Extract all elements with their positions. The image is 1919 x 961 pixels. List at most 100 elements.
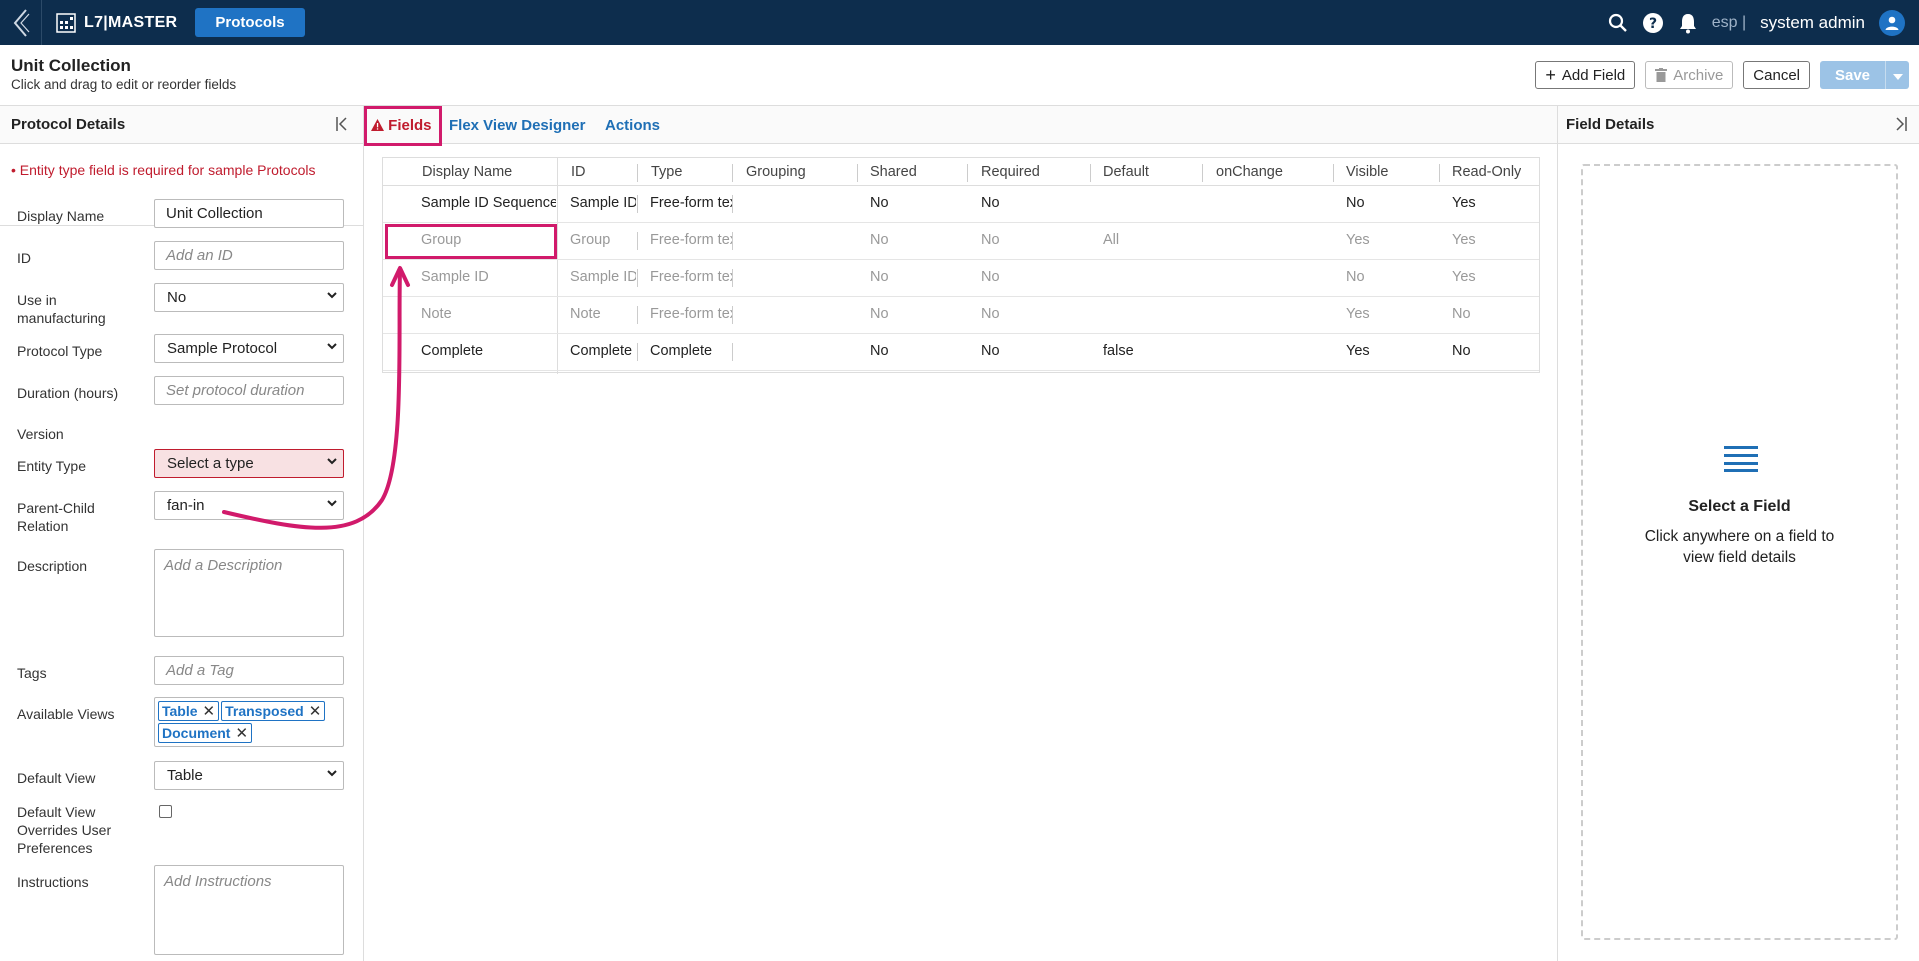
cell-read-only: No bbox=[1452, 306, 1471, 322]
default-view-value: Table bbox=[167, 767, 203, 784]
column-header[interactable]: Display Name bbox=[422, 164, 512, 180]
collapse-right-icon[interactable] bbox=[1892, 117, 1907, 131]
user-name[interactable]: system admin bbox=[1760, 13, 1865, 33]
column-header[interactable]: Shared bbox=[870, 164, 917, 180]
menu-lines-icon bbox=[1724, 446, 1758, 472]
remove-tag-icon[interactable]: ✕ bbox=[235, 724, 248, 742]
cell-id: Sample ID bbox=[570, 195, 636, 211]
column-header[interactable]: Read-Only bbox=[1452, 164, 1521, 180]
duration-label: Duration (hours) bbox=[17, 385, 119, 401]
help-icon[interactable]: ? bbox=[1642, 12, 1664, 34]
default-view-select[interactable]: Table bbox=[154, 761, 344, 790]
page-header: Unit Collection Click and drag to edit o… bbox=[0, 45, 1919, 106]
available-views-tag-input[interactable]: Table ✕ Transposed ✕ Document ✕ bbox=[154, 697, 344, 747]
cell-default: false bbox=[1103, 343, 1134, 359]
instructions-textarea[interactable]: Add Instructions bbox=[154, 865, 344, 955]
default-view-overrides-label: Default View Overrides User Preferences bbox=[17, 804, 112, 856]
save-split-button: Save bbox=[1820, 61, 1909, 89]
archive-label: Archive bbox=[1673, 66, 1724, 84]
archive-button[interactable]: Archive bbox=[1645, 61, 1734, 89]
fields-grid: Display Name ID Type Grouping Shared Req… bbox=[382, 157, 1540, 374]
panel-header: Protocol Details bbox=[0, 106, 363, 144]
chevron-left-icon bbox=[13, 8, 29, 37]
column-header[interactable]: ID bbox=[571, 164, 586, 180]
search-icon[interactable] bbox=[1608, 13, 1628, 33]
tab-flex-view-designer[interactable]: Flex View Designer bbox=[449, 117, 585, 134]
collapse-left-icon[interactable] bbox=[336, 117, 351, 131]
protocol-type-select[interactable]: Sample Protocol bbox=[154, 334, 344, 363]
tab-bar: Fields Flex View Designer Actions bbox=[365, 106, 1557, 144]
use-in-manufacturing-select[interactable]: No bbox=[154, 283, 344, 312]
cell-id: Group bbox=[570, 232, 611, 248]
save-options-button[interactable] bbox=[1885, 61, 1909, 89]
display-name-input[interactable]: Unit Collection bbox=[154, 199, 344, 228]
duration-input[interactable]: Set protocol duration bbox=[154, 376, 344, 405]
field-details-panel: Field Details Select a Field Click anywh… bbox=[1557, 106, 1919, 961]
description-textarea[interactable]: Add a Description bbox=[154, 549, 344, 637]
cell-required: No bbox=[981, 343, 1000, 359]
empty-state-text: Click anywhere on a field to view field … bbox=[1644, 528, 1835, 566]
page-subtitle: Click and drag to edit or reorder fields bbox=[11, 77, 237, 92]
default-view-overrides-checkbox[interactable] bbox=[159, 805, 172, 818]
column-header[interactable]: Visible bbox=[1346, 164, 1388, 180]
app-name: L7|MASTER bbox=[84, 13, 178, 31]
back-button[interactable] bbox=[0, 0, 42, 45]
add-field-label: Add Field bbox=[1561, 66, 1626, 84]
cell-read-only: Yes bbox=[1452, 269, 1476, 285]
entity-type-select[interactable]: Select a type bbox=[154, 449, 344, 478]
cell-visible: No bbox=[1346, 269, 1365, 285]
view-tag-label: Document bbox=[162, 725, 231, 741]
use-in-manufacturing-value: No bbox=[167, 289, 187, 306]
tab-actions[interactable]: Actions bbox=[605, 117, 660, 134]
table-row[interactable]: Note Note Free-form tex No No Yes No bbox=[383, 297, 1539, 334]
column-header[interactable]: Default bbox=[1103, 164, 1149, 180]
cell-read-only: Yes bbox=[1452, 195, 1476, 211]
language-switch[interactable]: esp | bbox=[1712, 14, 1746, 32]
save-button[interactable]: Save bbox=[1820, 61, 1885, 89]
group-row-highlight bbox=[385, 224, 557, 259]
empty-state-title: Select a Field bbox=[1688, 498, 1791, 515]
chevron-down-icon bbox=[327, 458, 337, 465]
cell-display-name: Sample ID bbox=[421, 269, 489, 285]
remove-tag-icon[interactable]: ✕ bbox=[309, 702, 322, 720]
column-header[interactable]: Required bbox=[981, 164, 1040, 180]
user-avatar[interactable] bbox=[1879, 9, 1905, 36]
column-header[interactable]: Grouping bbox=[746, 164, 806, 180]
cancel-button[interactable]: Cancel bbox=[1743, 61, 1810, 89]
chevron-down-icon bbox=[327, 292, 337, 299]
app-logo[interactable]: L7|MASTER bbox=[56, 12, 178, 33]
cell-id: Note bbox=[570, 306, 601, 322]
cell-type: Free-form tex bbox=[650, 232, 732, 248]
tags-input[interactable]: Add a Tag bbox=[154, 656, 344, 685]
cell-type: Free-form tex bbox=[650, 195, 732, 211]
remove-tag-icon[interactable]: ✕ bbox=[203, 702, 216, 720]
cell-read-only: Yes bbox=[1452, 232, 1476, 248]
panel-title: Protocol Details bbox=[11, 116, 126, 133]
field-details-empty-state[interactable]: Select a Field Click anywhere on a field… bbox=[1581, 164, 1898, 940]
tags-label: Tags bbox=[17, 665, 47, 681]
cell-read-only: No bbox=[1452, 343, 1471, 359]
column-header[interactable]: onChange bbox=[1216, 164, 1283, 180]
caret-down-icon bbox=[1892, 73, 1903, 80]
add-field-button[interactable]: + Add Field bbox=[1535, 61, 1636, 89]
id-input[interactable]: Add an ID bbox=[154, 241, 344, 270]
grid-logo-icon bbox=[56, 12, 76, 33]
page-title: Unit Collection bbox=[11, 56, 131, 75]
display-name-label: Display Name bbox=[17, 208, 105, 224]
bell-icon[interactable] bbox=[1678, 12, 1698, 34]
cell-display-name: Sample ID Sequence bbox=[421, 195, 556, 211]
cell-shared: No bbox=[870, 269, 889, 285]
table-row[interactable]: Complete Complete Complete No No false Y… bbox=[383, 334, 1539, 371]
table-row[interactable]: Sample ID Sample ID Free-form tex No No … bbox=[383, 260, 1539, 297]
column-header[interactable]: Type bbox=[651, 164, 682, 180]
use-in-manufacturing-label: Use in manufacturing bbox=[17, 292, 106, 326]
cell-type: Free-form tex bbox=[650, 269, 732, 285]
cell-visible: Yes bbox=[1346, 343, 1370, 359]
table-row[interactable]: Sample ID Sequence Sample ID Free-form t… bbox=[383, 186, 1539, 223]
protocol-type-value: Sample Protocol bbox=[167, 340, 278, 357]
protocols-nav-button[interactable]: Protocols bbox=[195, 8, 305, 37]
parent-child-select[interactable]: fan-in bbox=[154, 491, 344, 520]
fields-tab-highlight bbox=[364, 106, 442, 146]
view-tag-document: Document ✕ bbox=[158, 723, 253, 743]
view-tag-table: Table ✕ bbox=[158, 701, 220, 721]
